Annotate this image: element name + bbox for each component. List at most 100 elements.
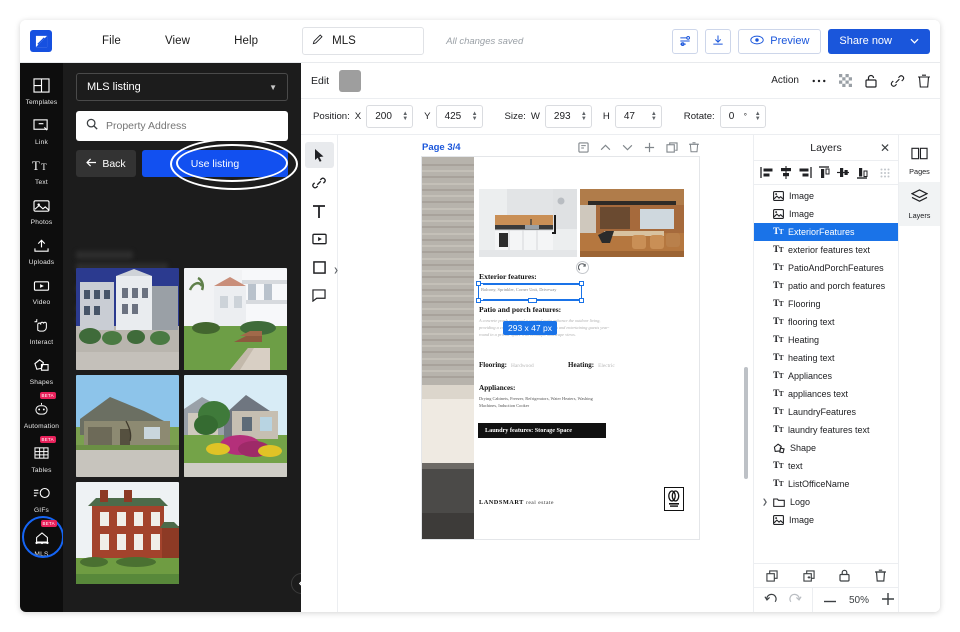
app-logo-icon[interactable] [30, 30, 52, 52]
canvas-scroll-area[interactable]: Page 3/4 Exterior features: Balcony, Spr… [338, 135, 753, 612]
chevron-down-icon[interactable] [910, 35, 919, 47]
layer-row[interactable]: TT exterior features text [754, 241, 898, 259]
chevron-down-icon[interactable] [622, 144, 633, 151]
link-tool-button[interactable] [305, 170, 334, 196]
sidebar-item-templates[interactable]: Templates [20, 71, 63, 111]
layer-row[interactable]: TT patio and porch features [754, 277, 898, 295]
sidebar-item-photos[interactable]: Photos [20, 191, 63, 231]
comment-tool-button[interactable] [305, 282, 334, 308]
listing-photo-0[interactable] [76, 268, 179, 370]
share-now-button[interactable]: Share now [828, 28, 930, 54]
layer-row[interactable]: TT LaundryFeatures [754, 403, 898, 421]
selection-handle-bl[interactable] [476, 298, 481, 303]
copy-icon[interactable] [766, 569, 778, 582]
sidebar-item-automation[interactable]: BETA Automation [20, 391, 63, 435]
sidebar-item-link[interactable]: Link [20, 111, 63, 151]
listing-photo-1[interactable] [184, 268, 287, 370]
chevron-up-icon[interactable] [600, 144, 611, 151]
w-input[interactable]: 293 ▲ ▼ [544, 105, 592, 128]
h-input[interactable]: 47 ▲ ▼ [614, 105, 662, 128]
collapse-panel-button[interactable] [291, 573, 301, 594]
sidebar-item-video[interactable]: Video [20, 271, 63, 311]
layer-row[interactable]: TT Flooring [754, 295, 898, 313]
more-horizontal-icon[interactable] [812, 79, 826, 83]
selected-element-box[interactable]: Balcony, Sprinkler, Corner Unit, Drivewa… [476, 281, 584, 303]
sidebar-item-text[interactable]: TT Text [20, 151, 63, 191]
chevron-right-icon[interactable]: ❯ [762, 498, 768, 506]
layer-row[interactable]: Shape [754, 439, 898, 457]
duplicate-icon[interactable] [803, 569, 815, 582]
rotate-input[interactable]: 0 ° ▲ ▼ [719, 105, 766, 128]
minus-icon[interactable] [824, 595, 836, 606]
menu-file[interactable]: File [80, 35, 143, 47]
use-listing-button[interactable]: Use listing [142, 150, 288, 177]
rotate-stepper[interactable]: ▲ ▼ [755, 111, 761, 122]
sliders-icon[interactable] [672, 28, 699, 54]
sidebar-item-interact[interactable]: Interact [20, 311, 63, 351]
video-tool-button[interactable] [305, 226, 334, 252]
layer-row[interactable]: TT appliances text [754, 385, 898, 403]
layer-row[interactable]: TT Heating [754, 331, 898, 349]
sidebar-item-tables[interactable]: BETA Tables [20, 435, 63, 479]
x-stepper[interactable]: ▲ ▼ [402, 111, 408, 122]
action-menu-button[interactable]: Action [771, 75, 799, 86]
rail-tab-layers[interactable]: Layers [899, 182, 940, 226]
shape-tool-button[interactable]: ❯ [305, 254, 339, 280]
lock-icon[interactable] [865, 74, 877, 88]
layer-row[interactable]: ❯ Logo [754, 493, 898, 511]
preview-button[interactable]: Preview [738, 28, 822, 54]
rail-tab-pages[interactable]: Pages [899, 139, 940, 182]
dining-room-photo[interactable] [580, 189, 684, 257]
sidebar-item-uploads[interactable]: Uploads [20, 231, 63, 271]
trash-icon[interactable] [874, 569, 886, 582]
align-center-horizontal-icon[interactable] [777, 164, 794, 181]
y-input[interactable]: 425 ▲ ▼ [435, 105, 483, 128]
listing-photo-2[interactable] [76, 375, 179, 477]
property-search-box[interactable] [76, 111, 288, 141]
plus-icon[interactable] [882, 592, 895, 608]
selection-handle-bc[interactable] [528, 298, 537, 303]
listing-photo-3[interactable] [184, 375, 287, 477]
select-tool-button[interactable] [304, 142, 334, 168]
listing-photo-4[interactable] [76, 482, 179, 584]
duplicate-icon[interactable] [666, 141, 678, 153]
sidebar-item-gifs[interactable]: GIFs [20, 479, 63, 519]
align-left-icon[interactable] [758, 164, 775, 181]
text-tool-button[interactable] [305, 198, 334, 224]
layer-row[interactable]: TT Appliances [754, 367, 898, 385]
layer-row[interactable]: Image [754, 205, 898, 223]
document-title-field[interactable]: MLS [302, 27, 425, 55]
notes-icon[interactable] [578, 141, 589, 153]
listing-type-select[interactable]: MLS listing ▼ [76, 73, 288, 101]
align-middle-vertical-icon[interactable] [834, 164, 851, 181]
redo-icon[interactable] [789, 593, 802, 608]
trash-icon[interactable] [918, 74, 930, 88]
sidebar-item-mls[interactable]: BETA MLS [20, 516, 64, 563]
layer-row[interactable]: TT text [754, 457, 898, 475]
layer-list[interactable]: Image Image TT ExteriorFeatures TT exterior f… [754, 185, 898, 563]
sidebar-item-shapes[interactable]: Shapes [20, 351, 63, 391]
selection-handle-tr[interactable] [579, 281, 584, 286]
layer-row[interactable]: TT heating text [754, 349, 898, 367]
selection-handle-br[interactable] [579, 298, 584, 303]
selection-handle-tl[interactable] [476, 281, 481, 286]
back-button[interactable]: Back [76, 150, 136, 177]
lock-icon[interactable] [839, 569, 850, 582]
plus-icon[interactable] [644, 142, 655, 153]
layer-row[interactable]: TT laundry features text [754, 421, 898, 439]
rotate-icon[interactable] [576, 261, 589, 274]
layer-row[interactable]: Image [754, 187, 898, 205]
layer-row[interactable]: TT PatioAndPorchFeatures [754, 259, 898, 277]
menu-view[interactable]: View [143, 35, 212, 47]
layer-row[interactable]: TT ListOfficeName [754, 475, 898, 493]
download-icon[interactable] [705, 28, 732, 54]
h-stepper[interactable]: ▲ ▼ [651, 111, 657, 122]
fill-color-swatch[interactable] [339, 69, 362, 92]
align-bottom-icon[interactable] [853, 164, 870, 181]
align-top-icon[interactable] [815, 164, 832, 181]
chevron-down-icon[interactable]: ▼ [269, 83, 277, 92]
layer-row[interactable]: TT flooring text [754, 313, 898, 331]
y-stepper[interactable]: ▲ ▼ [472, 111, 478, 122]
grid-handle-icon[interactable] [876, 164, 893, 181]
canvas-vertical-scrollbar[interactable] [744, 367, 748, 479]
